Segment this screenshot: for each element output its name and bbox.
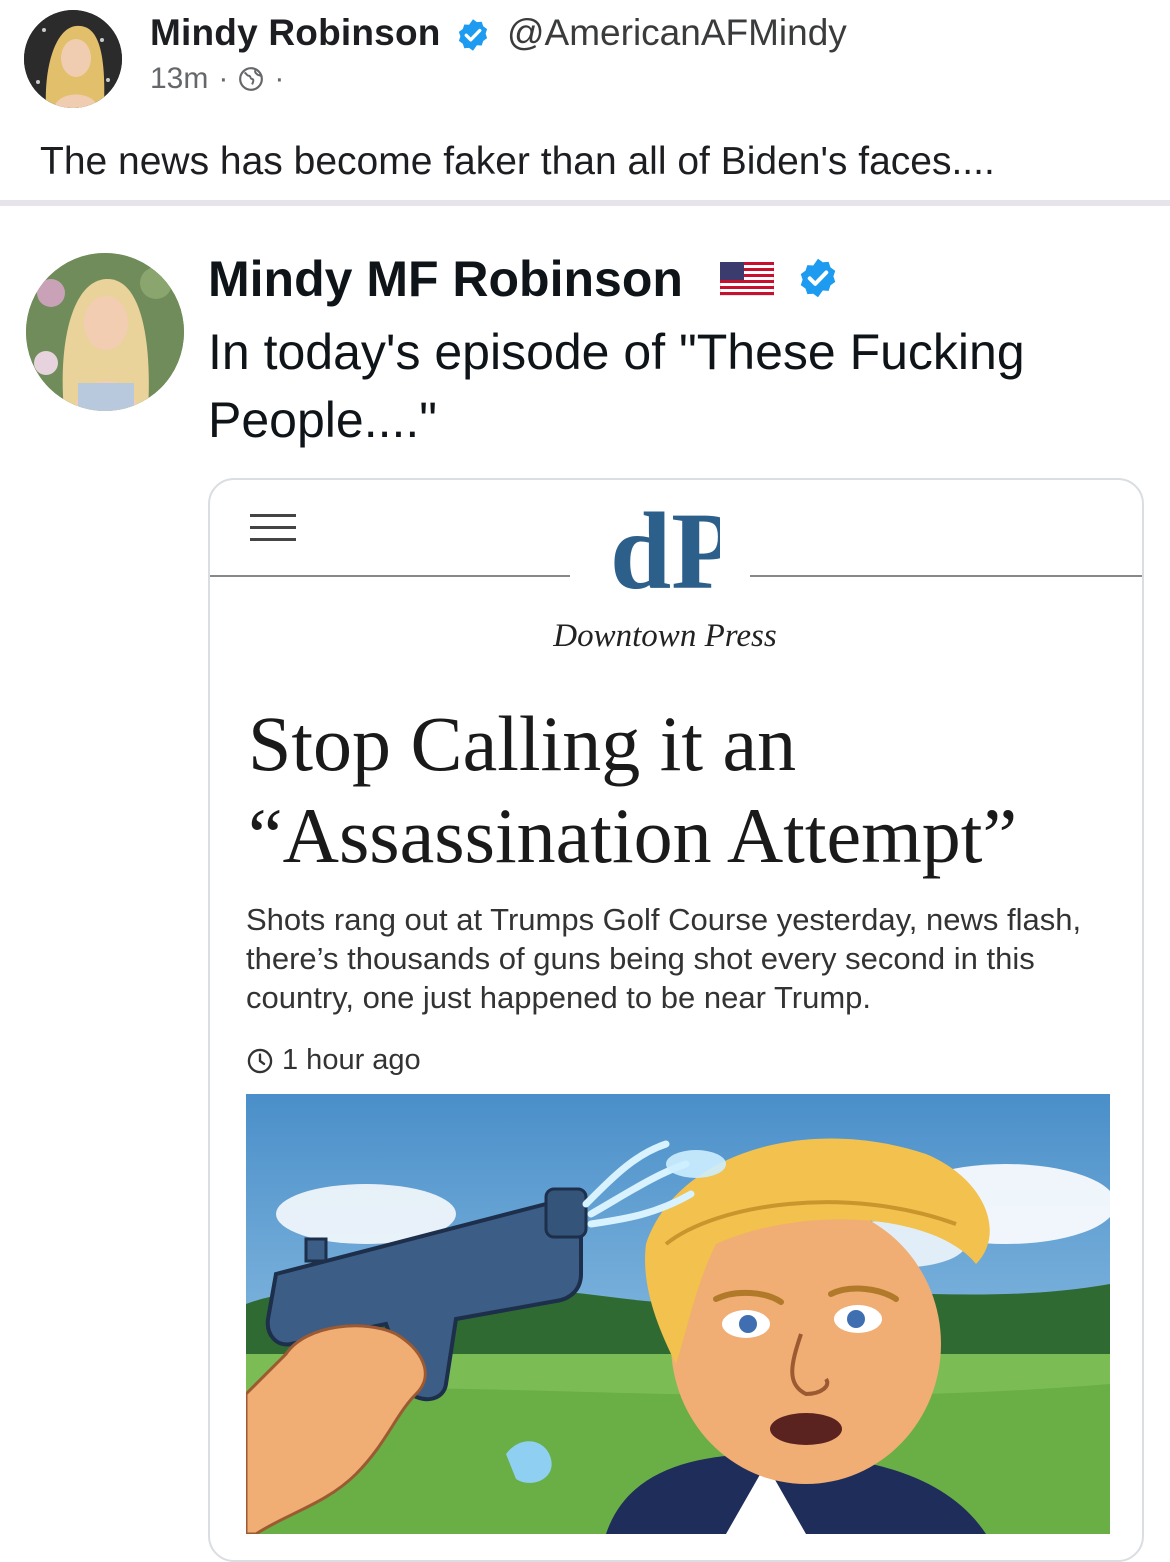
post-time[interactable]: 13m (150, 62, 208, 96)
post-meta: 13m · · (150, 62, 294, 96)
tweet-author-name[interactable]: Mindy MF Robinson (208, 250, 683, 308)
clock-icon (247, 1048, 273, 1073)
globe-icon (239, 67, 264, 91)
article-timestamp: 1 hour ago (246, 1044, 421, 1077)
author-avatar[interactable] (24, 10, 122, 108)
cartoon-water-pistol-illustration[interactable] (246, 1094, 1110, 1534)
article-summary: Shots rang out at Trumps Golf Course yes… (246, 902, 1082, 1015)
news-article-card[interactable]: dP Downtown Press Stop Calling it an “As… (208, 478, 1144, 1562)
hamburger-menu-icon[interactable] (250, 514, 296, 550)
publisher-logo[interactable]: dP (610, 496, 720, 614)
tweet-text: In today's episode of "These Fucking Peo… (208, 324, 1025, 448)
author-handle[interactable]: @AmericanAFMindy (507, 12, 847, 54)
logo-text: dP (610, 496, 720, 612)
post-text: The news has become faker than all of Bi… (40, 140, 995, 183)
author-name[interactable]: Mindy Robinson (150, 12, 441, 54)
header-rule (210, 575, 570, 577)
us-flag-icon (720, 262, 774, 296)
meta-separator: · (274, 62, 285, 95)
header-rule (750, 575, 1142, 577)
timestamp-label: 1 hour ago (282, 1044, 421, 1076)
verified-badge-icon (458, 19, 488, 51)
embedded-tweet[interactable]: Mindy MF Robinson In today's episode of … (0, 206, 1170, 1562)
tweet-author-avatar[interactable] (26, 253, 184, 411)
post-header: Mindy Robinson @AmericanAFMindy 13m · · … (0, 0, 1170, 200)
verified-badge-icon (800, 258, 836, 298)
publisher-name[interactable]: Downtown Press (210, 618, 1120, 655)
article-headline[interactable]: Stop Calling it an “Assassination Attemp… (248, 698, 1128, 882)
meta-separator: · (218, 62, 229, 95)
